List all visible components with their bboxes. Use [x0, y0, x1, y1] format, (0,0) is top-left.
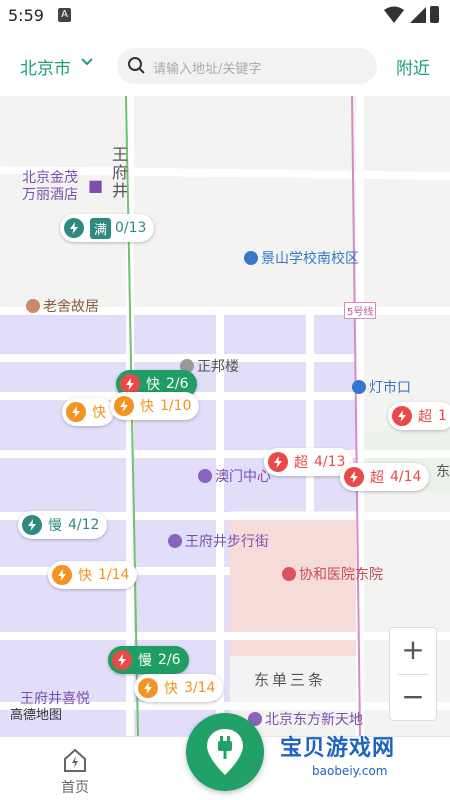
tab-home[interactable]: 首页: [52, 743, 98, 796]
zoom-control: + −: [389, 627, 437, 721]
map-view[interactable]: 王府井 北京金茂 万丽酒店 ■ 景山学校南校区 老舍故居 5号线 正邦楼 灯市口…: [0, 96, 450, 736]
zoom-out-button[interactable]: −: [390, 675, 436, 721]
station-count: 4/14: [390, 469, 422, 485]
poi-hospital-label: 协和医院东院: [299, 567, 383, 583]
poi-pedestrian[interactable]: 王府井步行街: [168, 531, 269, 551]
bolt-icon: [138, 678, 158, 698]
station-type: 超: [294, 455, 308, 471]
station-count: 1: [438, 408, 447, 424]
station-type: 快: [146, 377, 160, 393]
battery-icon: [430, 6, 439, 23]
bolt-icon: [52, 565, 72, 585]
tab-home-label: 首页: [61, 780, 89, 796]
street-icon: [168, 534, 182, 548]
station-marker[interactable]: 快 3/14: [134, 674, 224, 702]
hospital-icon: [282, 567, 296, 581]
sim-icon: A: [58, 8, 71, 22]
bolt-icon: [66, 402, 86, 422]
station-marker[interactable]: 快: [62, 398, 114, 426]
station-marker[interactable]: 快 1/10: [110, 392, 200, 420]
station-type: 慢: [138, 653, 152, 669]
station-marker[interactable]: 慢 2/6: [108, 646, 189, 674]
search-placeholder: 请输入地址/关键字: [153, 62, 262, 77]
poi-zhengbang-label: 正邦楼: [197, 359, 239, 375]
hotel-icon: ■: [88, 176, 104, 195]
nearby-button[interactable]: 附近: [396, 54, 430, 79]
search-icon: [128, 57, 145, 74]
station-marker[interactable]: 超 4/14: [340, 463, 430, 491]
watermark-title: 宝贝游戏网: [280, 736, 396, 761]
charging-plug-icon: [207, 729, 243, 775]
poi-dengshikou[interactable]: 灯市口: [352, 377, 411, 397]
poi-east-edge: 东: [436, 464, 450, 480]
bolt-icon: [120, 374, 140, 394]
metro-line-label: 5号线: [344, 302, 377, 319]
station-count: 1/10: [160, 398, 192, 414]
watermark-logo: 宝贝游戏网 baobeiy.com: [270, 726, 420, 792]
poi-school[interactable]: 景山学校南校区: [244, 248, 359, 268]
charging-scan-button[interactable]: [186, 713, 264, 791]
station-marker[interactable]: 快 1/14: [48, 561, 138, 589]
road-label-wangfujing: 王府井: [112, 145, 129, 200]
station-type: 满: [90, 217, 112, 239]
station-type: 快: [78, 568, 92, 584]
station-marker[interactable]: 满 0/13: [60, 214, 155, 242]
map-provider-logo: 高德地图: [10, 708, 63, 723]
watermark-url: baobeiy.com: [312, 764, 388, 778]
station-count: 1/14: [98, 567, 130, 583]
poi-aomen[interactable]: 澳门中心: [198, 466, 271, 486]
bolt-icon: [64, 218, 84, 238]
metro-icon: [352, 380, 366, 394]
poi-laoshe[interactable]: 老舍故居: [26, 296, 99, 316]
station-count: 3/14: [184, 680, 216, 696]
station-marker[interactable]: 慢 4/12: [18, 511, 108, 539]
poi-laoshe-label: 老舍故居: [43, 299, 99, 315]
city-selector[interactable]: 北京市: [20, 54, 71, 79]
bolt-icon: [392, 406, 412, 426]
zoom-in-button[interactable]: +: [390, 628, 436, 674]
station-count: 2/6: [158, 652, 181, 668]
station-marker[interactable]: 超 1: [388, 402, 450, 430]
bolt-icon: [268, 452, 288, 472]
bolt-icon: [22, 515, 42, 535]
school-icon: [244, 251, 258, 265]
signal-icon: [410, 7, 426, 23]
poi-aomen-label: 澳门中心: [215, 469, 271, 485]
search-input[interactable]: 请输入地址/关键字: [117, 48, 377, 84]
station-count: 4/12: [68, 517, 100, 533]
building-icon: [198, 469, 212, 483]
station-type: 快: [92, 405, 106, 421]
station-count: 0/13: [115, 220, 147, 236]
bolt-icon: [344, 467, 364, 487]
bolt-icon: [112, 650, 132, 670]
station-count: 4/13: [314, 454, 346, 470]
poi-school-label: 景山学校南校区: [261, 251, 359, 267]
station-type: 慢: [48, 518, 62, 534]
wifi-icon: [384, 6, 404, 23]
station-type: 超: [370, 470, 384, 486]
top-bar: 北京市 请输入地址/关键字 附近: [0, 32, 450, 96]
status-time: 5:59: [8, 6, 44, 25]
bolt-icon: [114, 396, 134, 416]
station-count: 2/6: [166, 376, 189, 392]
poi-hospital[interactable]: 协和医院东院: [282, 564, 383, 584]
home-icon: [64, 748, 86, 772]
road-label-dongdan: 东单三条: [254, 671, 327, 689]
station-type: 快: [140, 399, 154, 415]
station-type: 快: [164, 681, 178, 697]
museum-icon: [26, 299, 40, 313]
chevron-down-icon[interactable]: [80, 57, 94, 67]
station-type: 超: [418, 409, 432, 425]
status-bar: 5:59 A: [0, 0, 450, 32]
poi-pedestrian-label: 王府井步行街: [185, 534, 269, 550]
poi-dengshikou-label: 灯市口: [369, 380, 411, 396]
poi-hotel[interactable]: 北京金茂 万丽酒店: [22, 170, 78, 204]
